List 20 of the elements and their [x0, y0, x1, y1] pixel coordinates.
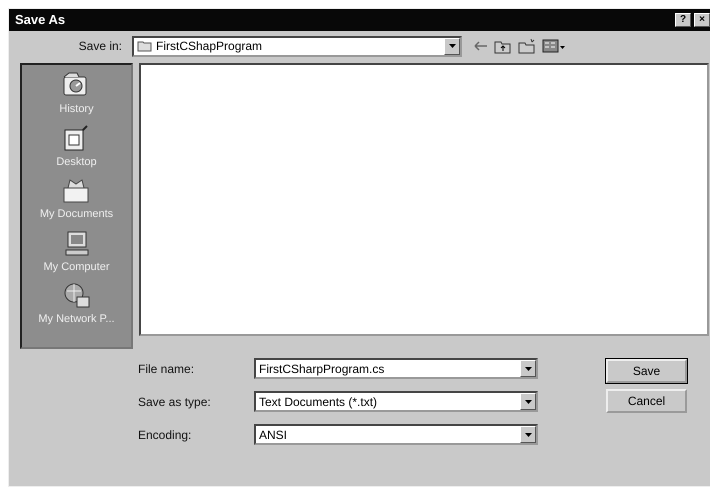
- save-in-label: Save in:: [78, 38, 123, 55]
- file-type-dropdown[interactable]: Text Documents (*.txt): [254, 391, 538, 412]
- new-folder-icon[interactable]: [518, 38, 536, 54]
- field-value: FirstCSharpProgram.cs: [259, 360, 384, 378]
- file-name-label: File name:: [138, 360, 196, 378]
- window-title: Save As: [15, 11, 66, 30]
- folder-icon: [137, 40, 153, 52]
- file-name-field[interactable]: FirstCSharpProgram.cs: [254, 358, 538, 379]
- back-arrow-icon[interactable]: [474, 41, 488, 51]
- save-button[interactable]: Save: [606, 359, 687, 383]
- encoding-label: Encoding:: [138, 426, 192, 444]
- encoding-dropdown[interactable]: ANSI: [254, 424, 538, 445]
- save-as-type-label: Save as type:: [138, 394, 212, 410]
- field-value: Text Documents (*.txt): [259, 394, 378, 410]
- cancel-button[interactable]: Cancel: [606, 389, 687, 413]
- field-value: ANSI: [259, 426, 288, 444]
- help-button[interactable]: ?: [675, 13, 691, 27]
- view-menu-icon[interactable]: [542, 38, 566, 54]
- save-in-dropdown[interactable]: FirstCShapProgram: [132, 36, 462, 56]
- close-button[interactable]: ×: [694, 13, 710, 27]
